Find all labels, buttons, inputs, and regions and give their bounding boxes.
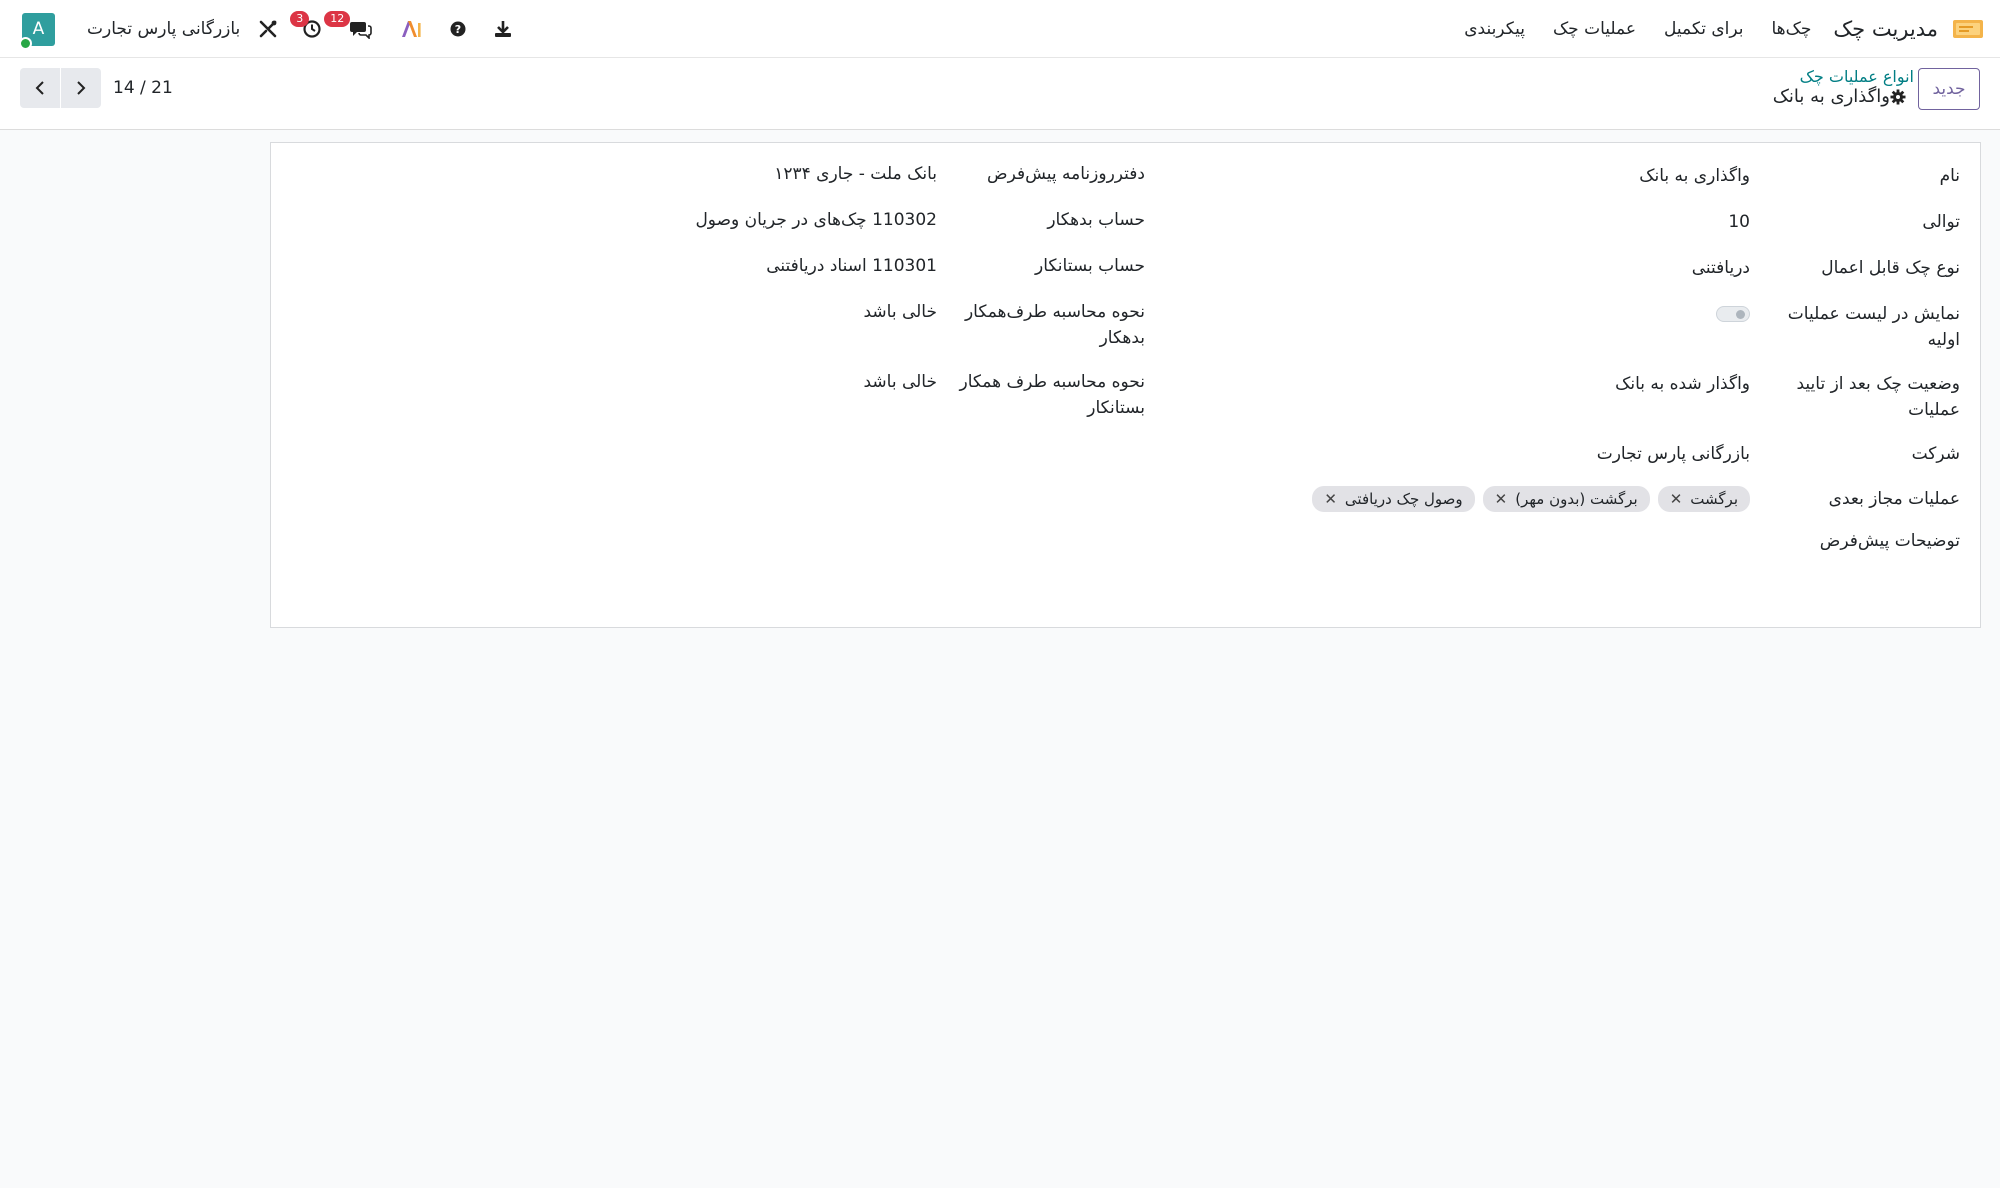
pager-previous-button[interactable] <box>20 68 60 108</box>
svg-text:?: ? <box>455 23 461 36</box>
menu-item-configuration[interactable]: پیکربندی <box>1464 19 1525 39</box>
top-navbar: مدیریت چک چک‌ها برای تکمیل عملیات چک پیک… <box>0 0 2000 58</box>
breadcrumb-current: واگذاری به بانک <box>1773 86 1914 107</box>
name-field[interactable]: واگذاری به بانک <box>1350 163 1750 189</box>
sequence-label: توالی <box>1922 212 1960 232</box>
state-after-label: وضعیت چک بعد از تایید عملیات <box>1796 374 1961 420</box>
credit-partner-label: نحوه محاسبه طرف همکار بستانکار <box>959 372 1145 418</box>
check-type-field[interactable]: دریافتنی <box>1350 255 1750 281</box>
record-title: واگذاری به بانک <box>1772 86 1890 107</box>
tag-return: برگشت ✕ <box>1657 486 1750 512</box>
next-ops-label: عملیات مجاز بعدی <box>1828 489 1960 509</box>
check-type-label: نوع چک قابل اعمال <box>1821 258 1960 278</box>
debit-partner-label: نحوه محاسبه طرف‌همکار بدهکار <box>964 302 1145 348</box>
messages-badge: 12 <box>324 11 351 27</box>
credit-account-field[interactable]: 110301 اسناد دریافتنی <box>537 253 937 279</box>
toggle-knob <box>1736 310 1745 319</box>
menu-item-check-operations[interactable]: عملیات چک <box>1553 19 1636 39</box>
company-field[interactable]: بازرگانی پارس تجارت <box>1350 441 1750 467</box>
menu-item-to-complete[interactable]: برای تکمیل <box>1664 19 1744 39</box>
avatar-letter: A <box>32 19 45 39</box>
navbar-systray: A بازرگانی پارس تجارت 3 12 ? <box>19 0 512 58</box>
messages-icon[interactable]: 12 <box>324 11 373 39</box>
new-button[interactable]: جدید <box>1918 68 1980 110</box>
tag-receive-check: وصول چک دریافتی ✕ <box>1312 486 1475 512</box>
debug-tools-icon[interactable] <box>258 19 278 39</box>
pager-value[interactable]: 14 / 21 <box>113 78 173 98</box>
toggle-switch[interactable] <box>1716 306 1750 322</box>
menu-item-checks[interactable]: چک‌ها <box>1772 19 1812 39</box>
tag-label: وصول چک دریافتی <box>1344 490 1463 508</box>
presence-indicator <box>19 36 32 50</box>
debit-account-label: حساب بدهکار <box>1047 210 1145 230</box>
control-panel: جدید انواع عملیات چک واگذاری به بانک 14 … <box>0 58 2000 130</box>
form-sheet: نام واگذاری به بانک توالی 10 نوع چک قابل… <box>270 142 1981 628</box>
breadcrumb-parent-link[interactable]: انواع عملیات چک <box>1800 67 1914 86</box>
tag-remove-icon[interactable]: ✕ <box>1495 490 1508 508</box>
tag-remove-icon[interactable]: ✕ <box>1324 490 1337 508</box>
download-icon[interactable] <box>494 20 512 38</box>
tag-remove-icon[interactable]: ✕ <box>1670 490 1683 508</box>
credit-account-label: حساب بستانکار <box>1035 256 1145 276</box>
app-name[interactable]: مدیریت چک <box>1833 17 1938 41</box>
state-after-field[interactable]: واگذار شده به بانک <box>1350 371 1750 397</box>
activity-clock-icon[interactable]: 3 <box>290 11 322 39</box>
pager-next-button[interactable] <box>61 68 101 108</box>
show-initial-toggle[interactable] <box>1716 306 1750 322</box>
sequence-field[interactable]: 10 <box>1350 209 1750 235</box>
name-label: نام <box>1939 166 1960 186</box>
ai-assistant-icon[interactable] <box>400 19 422 39</box>
credit-partner-field[interactable]: خالی باشد <box>537 369 937 395</box>
activity-badge: 3 <box>290 11 310 27</box>
tag-return-no-stamp: برگشت (بدون مهر) ✕ <box>1482 486 1650 512</box>
app-menu-icon[interactable] <box>1952 18 1984 40</box>
description-label: توضیحات پیش‌فرض <box>1819 531 1960 551</box>
journal-field[interactable]: بانک ملت - جاری ۱۲۳۴ <box>537 161 937 187</box>
help-icon[interactable]: ? <box>450 21 466 37</box>
debit-account-field[interactable]: 110302 چک‌های در جریان وصول <box>537 207 937 233</box>
show-initial-label: نمایش در لیست عملیات اولیه <box>1787 304 1960 350</box>
user-avatar[interactable]: A <box>19 12 55 50</box>
pager: 14 / 21 <box>20 68 173 108</box>
tag-label: برگشت (بدون مهر) <box>1515 490 1638 508</box>
next-ops-tags[interactable]: برگشت ✕ برگشت (بدون مهر) ✕ وصول چک دریاف… <box>1312 486 1750 512</box>
navbar-main-menu: مدیریت چک چک‌ها برای تکمیل عملیات چک پیک… <box>1436 0 1984 58</box>
journal-label: دفترروزنامه پیش‌فرض <box>987 164 1145 184</box>
gear-icon[interactable] <box>1890 89 1906 105</box>
tag-label: برگشت <box>1690 490 1738 508</box>
company-label: شرکت <box>1911 444 1960 464</box>
company-switcher[interactable]: بازرگانی پارس تجارت <box>87 19 240 39</box>
debit-partner-field[interactable]: خالی باشد <box>537 299 937 325</box>
